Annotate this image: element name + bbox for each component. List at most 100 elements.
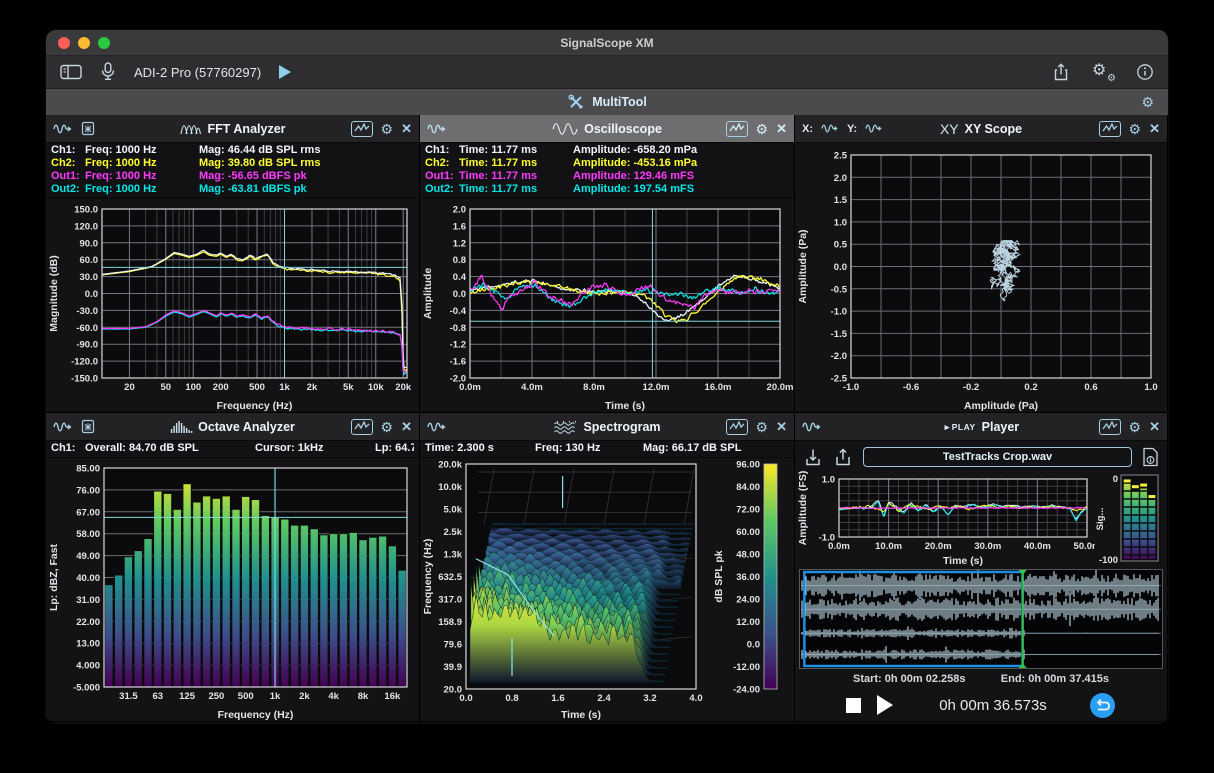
tools-settings-icon[interactable]: ⚙⚙ [1092,63,1114,81]
svg-text:Sig...: Sig... [1095,508,1106,531]
microphone-icon[interactable] [100,62,116,82]
spectrogram-readouts: Time: 2.300 sFreq: 130 HzMag: 66.17 dB S… [420,441,794,458]
oscilloscope-plot[interactable]: 2.01.61.20.80.40.0-0.4-0.8-1.2-1.6-2.00.… [420,199,794,412]
plot-window-button[interactable] [726,121,748,137]
plot-window-button[interactable] [1099,121,1121,137]
loaded-file-name[interactable]: TestTracks Crop.wav [863,447,1132,467]
panel-settings-gear-icon[interactable]: ⚙ [1129,122,1142,136]
panel-close-icon[interactable]: ✕ [776,420,787,433]
fft-plot[interactable]: 150.0120.090.060.030.00.0-30.0-60.0-90.0… [46,199,419,412]
svg-text:20.0m: 20.0m [925,541,952,552]
octave-analyzer-header[interactable]: Octave Analyzer ⚙ ✕ [46,413,419,441]
svg-text:1.0: 1.0 [822,475,835,486]
svg-text:632.5: 632.5 [438,572,462,583]
panel-settings-gear-icon[interactable]: ⚙ [756,122,769,136]
svg-text:Magnitude (dB): Magnitude (dB) [48,255,60,331]
panel-settings-gear-icon[interactable]: ⚙ [1129,420,1142,434]
multitool-settings-gear-icon[interactable]: ⚙ [1141,95,1154,109]
y-input-signal-icon[interactable] [865,122,883,135]
plot-window-button[interactable] [351,419,373,435]
svg-text:79.6: 79.6 [444,640,463,651]
plot-window-button[interactable] [351,121,373,137]
loop-button[interactable] [1089,692,1116,719]
spectrogram-plot[interactable]: 20.0k10.0k5.0k2.5k1.3k632.5317.0158.979.… [420,458,794,721]
play-button[interactable] [877,695,893,715]
window-title: SignalScope XM [560,36,653,50]
export-file-icon[interactable] [833,447,853,468]
multitool-title: MultiTool [592,95,647,109]
title-bar[interactable]: SignalScope XM [46,30,1168,56]
app-window: SignalScope XM ADI-2 Pro (57760297) ⚙⚙ M… [46,30,1168,723]
svg-text:8k: 8k [358,691,369,702]
svg-text:10.0k: 10.0k [438,482,462,493]
minimize-window-button[interactable] [78,37,90,49]
svg-text:39.9: 39.9 [444,662,463,673]
oscilloscope-header[interactable]: Oscilloscope ⚙ ✕ [420,115,794,143]
player-file-row: TestTracks Crop.wav [795,441,1167,471]
svg-text:1.5: 1.5 [834,195,848,206]
panel-close-icon[interactable]: ✕ [776,122,787,135]
panel-close-icon[interactable]: ✕ [401,420,412,433]
capture-data-icon[interactable] [81,121,95,136]
svg-text:16.0m: 16.0m [705,382,732,393]
octave-plot[interactable]: 85.0076.0067.0058.0049.0040.0031.0022.00… [46,458,419,721]
svg-text:90.0: 90.0 [80,238,99,249]
spectrogram-header[interactable]: Spectrogram ⚙ ✕ [420,413,794,441]
octave-readouts: Ch1:Overall: 84.70 dB SPLCursor: 1kHzLp:… [46,441,419,458]
svg-text:500: 500 [238,691,254,702]
file-info-icon[interactable] [1142,447,1159,467]
svg-text:4.000: 4.000 [76,661,100,672]
info-icon[interactable] [1136,63,1154,81]
input-signal-icon[interactable] [53,420,73,434]
plot-window-button[interactable] [1099,419,1121,435]
svg-text:Frequency (Hz): Frequency (Hz) [218,709,294,721]
svg-text:0.8: 0.8 [505,693,518,704]
player-header[interactable]: ►PLAY Player ⚙ ✕ [795,413,1167,441]
panel-title: Spectrogram [553,420,660,434]
transport-controls: 0h 00m 36.573s [795,689,1167,721]
panel-close-icon[interactable]: ✕ [1149,420,1160,433]
svg-text:1k: 1k [279,382,290,393]
device-selector[interactable]: ADI-2 Pro (57760297) [134,65,261,80]
stop-button[interactable] [846,698,861,713]
svg-text:0.5: 0.5 [834,240,848,251]
fft-analyzer-header[interactable]: FFT Analyzer ⚙ ✕ [46,115,419,143]
fft-analyzer-panel: FFT Analyzer ⚙ ✕ Ch1:Freq: 1000 HzMag: 4… [46,115,420,413]
panel-settings-gear-icon[interactable]: ⚙ [381,420,394,434]
capture-data-icon[interactable] [81,419,95,434]
svg-text:-2.0: -2.0 [831,351,847,362]
svg-text:2.5k: 2.5k [444,527,463,538]
player-overview-plot[interactable]: 1.0-1.00.0m10.0m20.0m30.0m40.0m50.0mTime… [795,471,1095,567]
xy-plot[interactable]: 2.52.01.51.00.50.0-0.5-1.0-1.5-2.0-2.5-1… [795,143,1167,412]
x-input-signal-icon[interactable] [821,122,839,135]
svg-text:Lp: dBZ, Fast: Lp: dBZ, Fast [48,543,60,611]
svg-text:3.2: 3.2 [643,693,656,704]
zoom-window-button[interactable] [98,37,110,49]
panel-close-icon[interactable]: ✕ [401,122,412,135]
xy-scope-header[interactable]: X: Y: XY XY Scope ⚙ ✕ [795,115,1167,143]
panel-close-icon[interactable]: ✕ [1149,122,1160,135]
panel-settings-gear-icon[interactable]: ⚙ [756,420,769,434]
input-signal-icon[interactable] [802,420,822,434]
waveform-selection-strip[interactable] [799,569,1163,669]
svg-text:Frequency (Hz): Frequency (Hz) [217,400,293,412]
svg-text:20: 20 [124,382,135,393]
svg-text:Amplitude: Amplitude [422,268,434,319]
svg-text:1.6: 1.6 [453,221,466,232]
panel-settings-gear-icon[interactable]: ⚙ [381,122,394,136]
svg-text:48.00: 48.00 [736,550,760,561]
svg-text:317.0: 317.0 [438,595,462,606]
plot-window-button[interactable] [726,419,748,435]
fft-readouts: Ch1:Freq: 1000 HzMag: 46.44 dB SPL rms C… [46,143,419,199]
svg-text:5.0k: 5.0k [444,505,463,516]
import-file-icon[interactable] [803,447,823,468]
start-measurement-button[interactable] [279,65,291,79]
svg-text:-1.2: -1.2 [450,340,466,351]
share-icon[interactable] [1052,62,1070,82]
main-toolbar: ADI-2 Pro (57760297) ⚙⚙ [46,56,1168,89]
sidebar-toggle-icon[interactable] [60,64,82,80]
input-signal-icon[interactable] [427,122,447,136]
close-window-button[interactable] [58,37,70,49]
input-signal-icon[interactable] [53,122,73,136]
input-signal-icon[interactable] [427,420,447,434]
